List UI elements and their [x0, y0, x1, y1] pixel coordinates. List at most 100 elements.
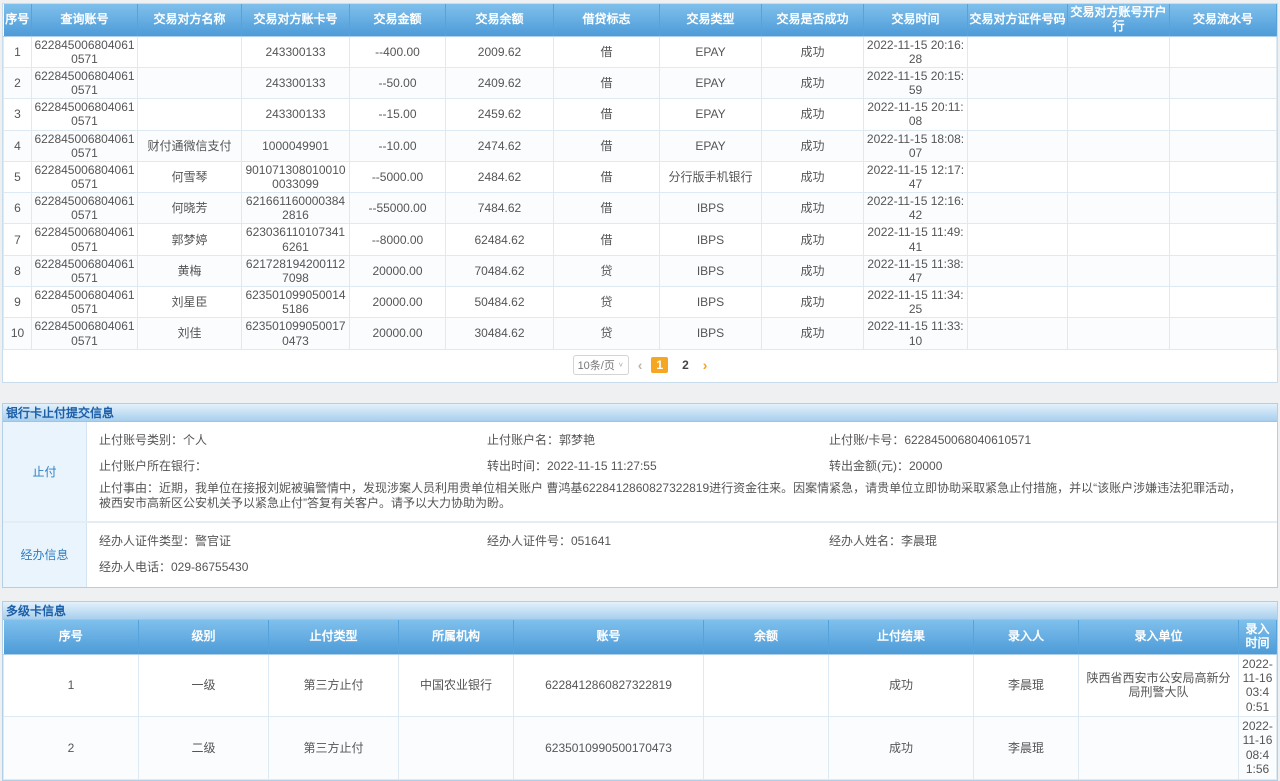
- agent-cert-no-field: 经办人证件号：051641: [487, 534, 829, 549]
- table-cell: 6228450068040610571: [32, 287, 138, 318]
- table-row: 16228450068040610571243300133--400.00200…: [4, 36, 1277, 67]
- table-cell: 成功: [829, 717, 974, 780]
- table-cell: 5: [4, 161, 32, 192]
- prev-page-button[interactable]: ‹: [638, 358, 643, 372]
- table-cell: [1170, 224, 1277, 255]
- table-cell: 9010713080100100033099: [242, 161, 350, 192]
- table-cell: [1068, 130, 1170, 161]
- column-header: 交易是否成功: [762, 4, 864, 36]
- table-cell: 7: [4, 224, 32, 255]
- table-cell: 一级: [139, 654, 269, 717]
- page-size-select[interactable]: 10条/页 ∨: [573, 355, 629, 375]
- pagination-bar: 10条/页 ∨ ‹ 1 2 ›: [2, 350, 1278, 383]
- table-cell: 10: [4, 318, 32, 349]
- column-header: 交易对方账号开户行: [1068, 4, 1170, 36]
- column-header: 止付类型: [269, 620, 399, 654]
- table-cell: 1000049901: [242, 130, 350, 161]
- table-cell: IBPS: [660, 318, 762, 349]
- transactions-table-panel: 序号查询账号交易对方名称交易对方账卡号交易金额交易余额借贷标志交易类型交易是否成…: [2, 3, 1278, 350]
- table-cell: --10.00: [350, 130, 446, 161]
- multicard-panel: 多级卡信息 序号级别止付类型所属机构账号余额止付结果录入人录入单位录入时间 1一…: [2, 601, 1278, 781]
- table-cell: 6230361101073416261: [242, 224, 350, 255]
- stop-payment-fields: 止付账号类别：个人 止付账户名：郭梦艳 止付账/卡号：6228450068040…: [87, 422, 1277, 521]
- agent-info-section: 经办信息 经办人证件类型：警官证 经办人证件号：051641 经办人姓名：李晨琨…: [3, 523, 1277, 587]
- table-cell: 第三方止付: [269, 654, 399, 717]
- fields-row: 经办人证件类型：警官证 经办人证件号：051641 经办人姓名：李晨琨: [87, 534, 1277, 549]
- table-cell: 成功: [762, 224, 864, 255]
- table-cell: 2459.62: [446, 99, 554, 130]
- table-cell: EPAY: [660, 130, 762, 161]
- table-cell: 郭梦婷: [138, 224, 242, 255]
- table-row: 86228450068040610571黄梅621728194200112709…: [4, 255, 1277, 286]
- table-cell: [138, 99, 242, 130]
- column-header: 账号: [514, 620, 704, 654]
- table-row: 66228450068040610571何晓芳62166116000038428…: [4, 193, 1277, 224]
- next-page-button[interactable]: ›: [703, 358, 708, 372]
- table-cell: [1068, 193, 1170, 224]
- table-cell: 借: [554, 36, 660, 67]
- table-cell: 2022-11-15 12:16:42: [864, 193, 968, 224]
- table-cell: 62484.62: [446, 224, 554, 255]
- table-cell: [1068, 161, 1170, 192]
- table-cell: 借: [554, 99, 660, 130]
- table-cell: 成功: [762, 193, 864, 224]
- column-header: 交易对方账卡号: [242, 4, 350, 36]
- table-cell: 2022-11-16 08:41:56: [1239, 717, 1277, 780]
- table-cell: 6228450068040610571: [32, 161, 138, 192]
- column-header: 交易对方证件号码: [968, 4, 1068, 36]
- table-cell: 6235010990500145186: [242, 287, 350, 318]
- table-cell: --8000.00: [350, 224, 446, 255]
- account-name-field: 止付账户名：郭梦艳: [487, 433, 829, 448]
- table-cell: 借: [554, 224, 660, 255]
- transfer-amount-field: 转出金额(元)：20000: [829, 459, 1277, 474]
- column-header: 序号: [4, 620, 139, 654]
- account-type-field: 止付账号类别：个人: [99, 433, 487, 448]
- column-header: 交易类型: [660, 4, 762, 36]
- table-cell: [1170, 67, 1277, 98]
- column-header: 级别: [139, 620, 269, 654]
- stop-payment-panel-title: 银行卡止付提交信息: [3, 404, 1277, 422]
- table-cell: 6228450068040610571: [32, 318, 138, 349]
- table-cell: --15.00: [350, 99, 446, 130]
- column-header: 交易对方名称: [138, 4, 242, 36]
- table-cell: [968, 287, 1068, 318]
- table-cell: [1170, 287, 1277, 318]
- column-header: 录入人: [974, 620, 1079, 654]
- table-cell: 李晨琨: [974, 717, 1079, 780]
- table-cell: --5000.00: [350, 161, 446, 192]
- table-cell: 二级: [139, 717, 269, 780]
- fields-row: 止付账户所在银行： 转出时间：2022-11-15 11:27:55 转出金额(…: [87, 459, 1277, 474]
- page-number-1[interactable]: 1: [651, 357, 668, 373]
- column-header: 所属机构: [399, 620, 514, 654]
- table-cell: [1068, 224, 1170, 255]
- table-cell: 2022-11-15 20:11:08: [864, 99, 968, 130]
- column-header: 借贷标志: [554, 4, 660, 36]
- column-header: 止付结果: [829, 620, 974, 654]
- table-cell: [1068, 67, 1170, 98]
- column-header: 交易时间: [864, 4, 968, 36]
- table-cell: [968, 224, 1068, 255]
- table-cell: 2409.62: [446, 67, 554, 98]
- table-cell: [399, 717, 514, 780]
- table-cell: 2474.62: [446, 130, 554, 161]
- table-cell: [1170, 161, 1277, 192]
- table-cell: EPAY: [660, 36, 762, 67]
- stop-payment-panel: 银行卡止付提交信息 止付 止付账号类别：个人 止付账户名：郭梦艳 止付账/卡号：…: [2, 403, 1278, 588]
- table-cell: 70484.62: [446, 255, 554, 286]
- table-cell: [968, 99, 1068, 130]
- table-cell: [968, 36, 1068, 67]
- table-cell: --50.00: [350, 67, 446, 98]
- table-cell: [1068, 99, 1170, 130]
- table-cell: --400.00: [350, 36, 446, 67]
- table-cell: 中国农业银行: [399, 654, 514, 717]
- table-cell: 2: [4, 67, 32, 98]
- table-cell: 贷: [554, 318, 660, 349]
- table-cell: 借: [554, 161, 660, 192]
- table-cell: --55000.00: [350, 193, 446, 224]
- table-cell: [1170, 318, 1277, 349]
- page-number-2[interactable]: 2: [677, 357, 694, 373]
- table-cell: 20000.00: [350, 255, 446, 286]
- column-header: 录入时间: [1239, 620, 1277, 654]
- agent-cert-type-field: 经办人证件类型：警官证: [99, 534, 487, 549]
- table-row: 106228450068040610571刘佳62350109905001704…: [4, 318, 1277, 349]
